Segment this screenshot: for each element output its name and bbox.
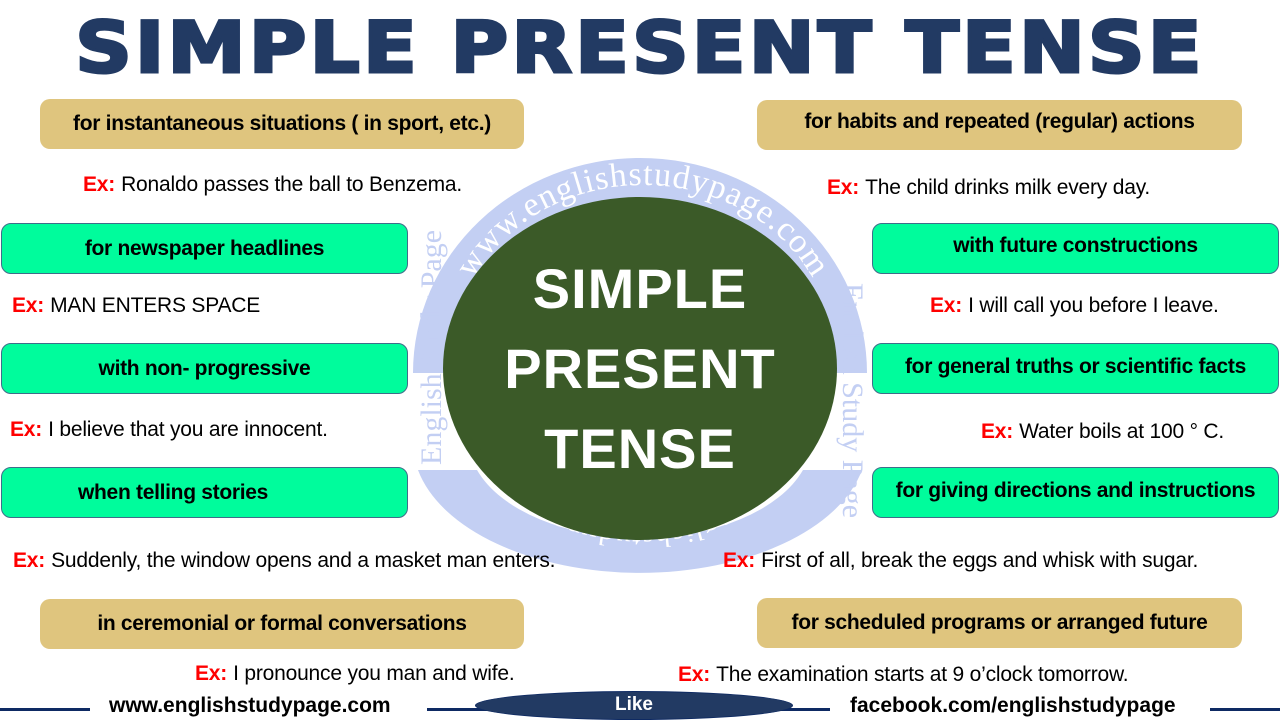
- watermark-side-text-left: English Study Page: [415, 230, 448, 465]
- like-button-label: Like: [614, 694, 654, 715]
- example-text: Ronaldo passes the ball to Benzema.: [121, 173, 462, 196]
- example-instantaneous: Ex: Ronaldo passes the ball to Benzema.: [83, 173, 462, 197]
- example-label: Ex:: [12, 294, 45, 317]
- usage-box-habits: for habits and repeated (regular) action…: [757, 100, 1242, 150]
- example-label: Ex:: [827, 176, 860, 199]
- example-text: I will call you before I leave.: [968, 294, 1219, 317]
- footer-divider-left: [0, 708, 90, 711]
- example-newspaper-headlines: Ex: MAN ENTERS SPACE: [12, 294, 260, 318]
- example-text: First of all, break the eggs and whisk w…: [761, 549, 1199, 572]
- like-button[interactable]: Like: [475, 691, 793, 720]
- example-text: The child drinks milk every day.: [865, 176, 1151, 199]
- example-label: Ex:: [678, 663, 711, 686]
- usage-box-ceremonial: in ceremonial or formal conversations: [40, 599, 524, 649]
- footer-facebook-link[interactable]: facebook.com/englishstudypage: [850, 694, 1176, 718]
- usage-box-telling-stories: when telling stories: [1, 467, 408, 518]
- example-non-progressive: Ex: I believe that you are innocent.: [10, 418, 328, 442]
- center-topic-circle: SIMPLE PRESENT TENSE: [443, 197, 837, 540]
- example-text: I believe that you are innocent.: [48, 418, 328, 441]
- example-label: Ex:: [10, 418, 43, 441]
- example-text: I pronounce you man and wife.: [233, 662, 515, 685]
- footer-divider-right: [1210, 708, 1280, 711]
- example-directions-instructions: Ex: First of all, break the eggs and whis…: [723, 549, 1198, 573]
- example-label: Ex:: [195, 662, 228, 685]
- center-line-1: SIMPLE: [532, 256, 748, 320]
- center-line-2: PRESENT: [504, 336, 776, 400]
- example-general-truths: Ex: Water boils at 100 ° C.: [981, 420, 1224, 444]
- usage-box-non-progressive: with non- progressive: [1, 343, 408, 394]
- usage-box-future-constructions: with future constructions: [872, 223, 1279, 274]
- page-title: SIMPLE PRESENT TENSE: [74, 7, 1205, 90]
- center-line-3: TENSE: [544, 416, 736, 480]
- usage-box-directions-instructions: for giving directions and instructions: [872, 467, 1279, 518]
- example-label: Ex:: [981, 420, 1014, 443]
- example-label: Ex:: [723, 549, 756, 572]
- example-label: Ex:: [930, 294, 963, 317]
- usage-box-instantaneous: for instantaneous situations ( in sport,…: [40, 99, 524, 149]
- example-scheduled-programs: Ex: The examination starts at 9 o’clock t…: [678, 663, 1129, 687]
- example-habits: Ex: The child drinks milk every day.: [827, 176, 1150, 200]
- usage-box-scheduled-programs: for scheduled programs or arranged futur…: [757, 598, 1242, 648]
- example-text: MAN ENTERS SPACE: [50, 294, 261, 317]
- example-future-constructions: Ex: I will call you before I leave.: [930, 294, 1219, 318]
- example-label: Ex:: [83, 173, 116, 196]
- example-text: The examination starts at 9 o’clock tomo…: [716, 663, 1129, 686]
- example-text: Water boils at 100 ° C.: [1019, 420, 1225, 443]
- example-label: Ex:: [13, 549, 46, 572]
- usage-box-general-truths: for general truths or scientific facts: [872, 343, 1279, 394]
- example-telling-stories: Ex: Suddenly, the window opens and a mask…: [13, 549, 556, 573]
- example-text: Suddenly, the window opens and a masket …: [51, 549, 556, 572]
- usage-box-newspaper-headlines: for newspaper headlines: [1, 223, 408, 274]
- watermark-side-text-right: English Study Page: [836, 283, 869, 518]
- footer-website-link[interactable]: www.englishstudypage.com: [109, 694, 391, 718]
- example-ceremonial: Ex: I pronounce you man and wife.: [195, 662, 515, 686]
